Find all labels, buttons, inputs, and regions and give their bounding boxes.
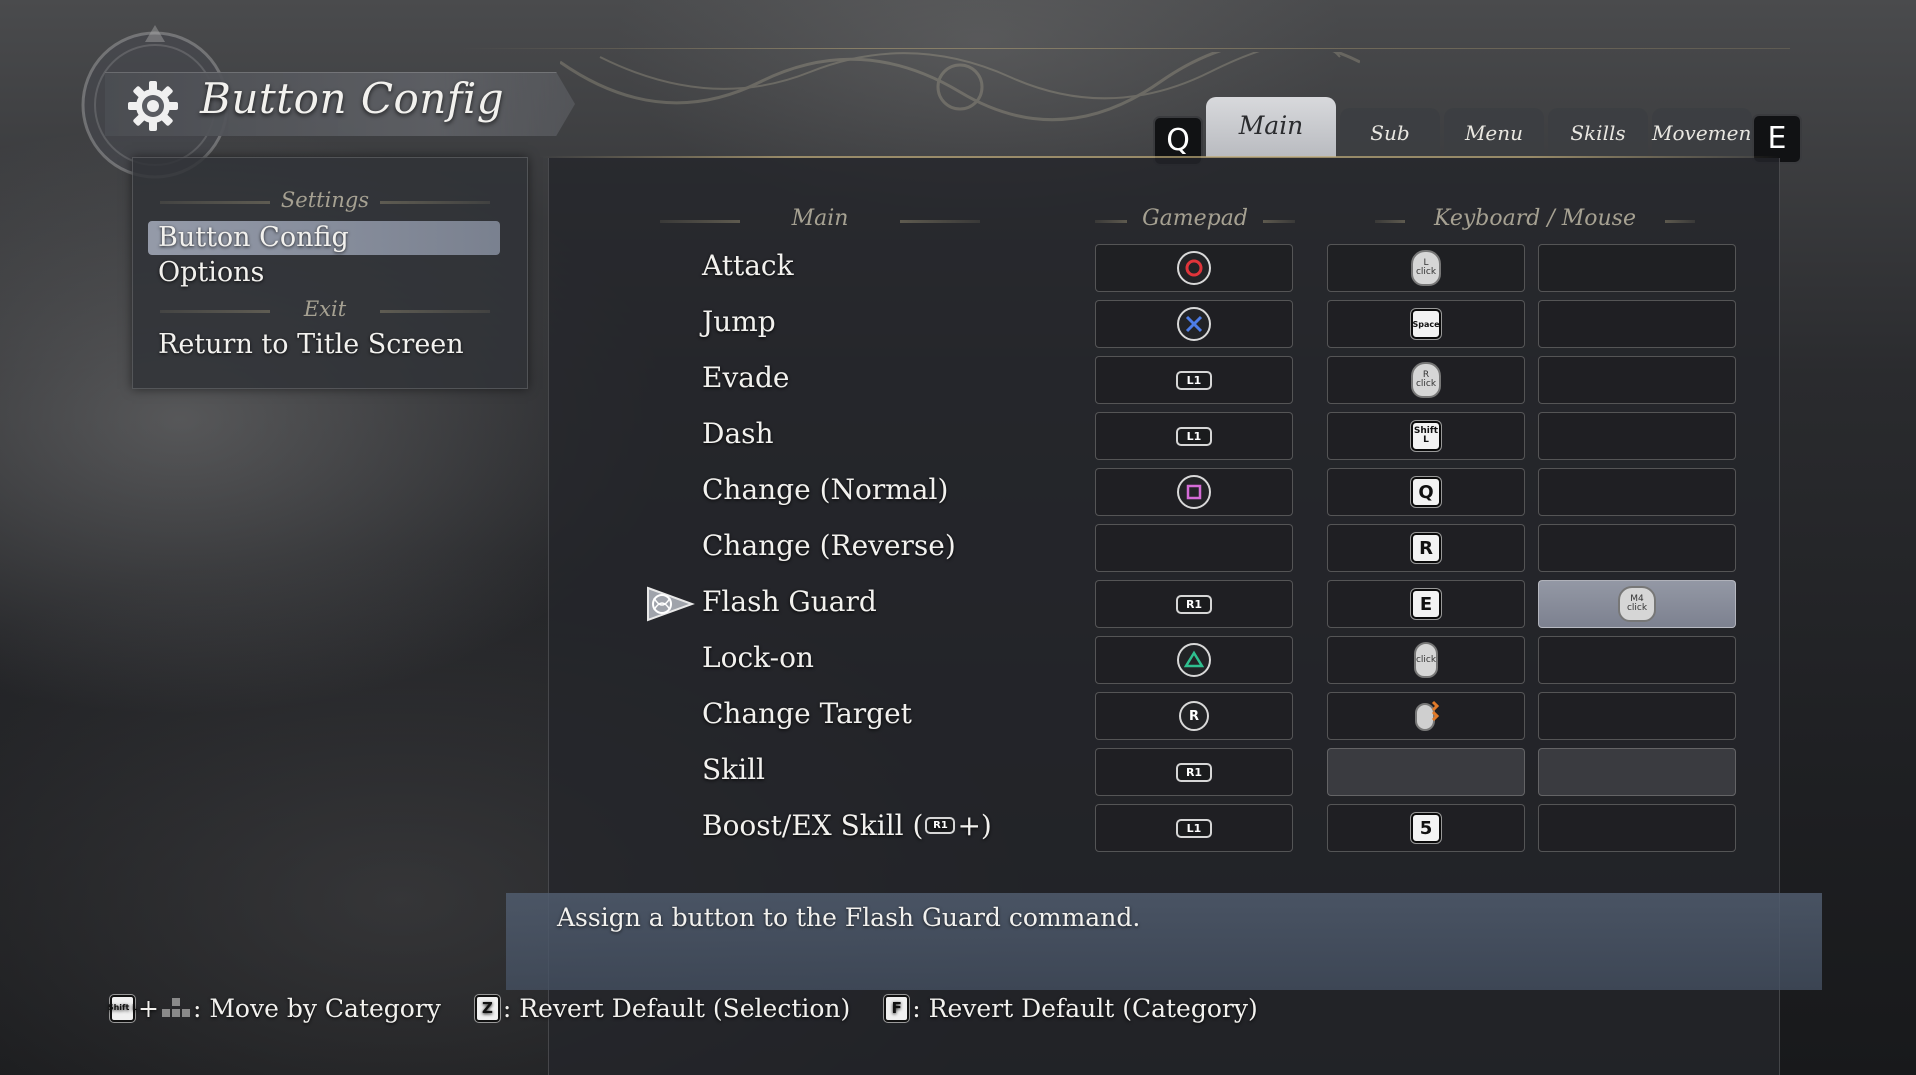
row-label-skill: Skill <box>702 753 766 786</box>
header-top-line <box>460 48 1790 49</box>
tab-underline <box>540 156 1780 158</box>
row-label-flash-guard: Flash Guard <box>702 585 877 618</box>
keyboard-cell-change-normal[interactable]: Q <box>1327 468 1525 516</box>
mouse-wheel-icon <box>1415 700 1440 731</box>
gear-icon <box>128 81 178 131</box>
tab-main[interactable]: Main <box>1206 97 1336 157</box>
keyboard-alt-cell-skill[interactable] <box>1538 748 1736 796</box>
selection-cursor-icon <box>647 586 695 622</box>
row-label-attack: Attack <box>702 249 794 282</box>
gamepad-cell-change-target[interactable]: R <box>1095 692 1293 740</box>
keyboard-cell-attack[interactable]: L click <box>1327 244 1525 292</box>
five-key-icon: 5 <box>1411 813 1441 843</box>
description-text: Assign a button to the Flash Guard comma… <box>557 903 1141 932</box>
keyboard-alt-cell-change-target[interactable] <box>1538 692 1736 740</box>
tab-menu[interactable]: Menu <box>1444 108 1544 158</box>
gamepad-cell-lock-on[interactable] <box>1095 636 1293 684</box>
shift-key-icon: Shift L <box>108 994 137 1022</box>
row-label-lock-on: Lock-on <box>702 641 814 674</box>
r1-button-icon: R1 <box>1176 762 1212 782</box>
hint-move-by-category: : Move by Category <box>192 993 441 1023</box>
space-key-icon: Space <box>1411 309 1441 339</box>
keyboard-alt-cell-dash[interactable] <box>1538 412 1736 460</box>
circle-button-icon <box>1177 251 1211 285</box>
keyboard-alt-cell-boost-ex-skill[interactable] <box>1538 804 1736 852</box>
cross-button-icon <box>1177 307 1211 341</box>
gamepad-cell-attack[interactable] <box>1095 244 1293 292</box>
row-label-change-target: Change Target <box>702 697 912 730</box>
row-label-change-reverse: Change (Reverse) <box>702 529 956 562</box>
gamepad-cell-evade[interactable]: L1 <box>1095 356 1293 404</box>
hint-revert-category: : Revert Default (Category) <box>912 993 1258 1023</box>
tab-movement[interactable]: Movement <box>1652 108 1759 158</box>
column-header-keyboard-mouse: Keyboard / Mouse <box>1375 206 1695 231</box>
gamepad-cell-skill[interactable]: R1 <box>1095 748 1293 796</box>
mouse-middle-click-icon: click <box>1414 642 1438 678</box>
mouse-right-click-icon: R click <box>1411 362 1441 398</box>
r-key-icon: R <box>1411 533 1441 563</box>
keyboard-cell-skill[interactable] <box>1327 748 1525 796</box>
keyboard-alt-cell-flash-guard[interactable]: M4 click <box>1538 580 1736 628</box>
keyboard-cell-change-reverse[interactable]: R <box>1327 524 1525 572</box>
tab-skills[interactable]: Skills <box>1548 108 1648 158</box>
z-key-icon[interactable]: Z <box>474 994 500 1022</box>
sidebar-item-options[interactable]: Options <box>148 256 500 290</box>
keyboard-cell-evade[interactable]: R click <box>1327 356 1525 404</box>
f-key-icon[interactable]: F <box>884 994 910 1022</box>
gamepad-cell-dash[interactable]: L1 <box>1095 412 1293 460</box>
gamepad-cell-change-normal[interactable] <box>1095 468 1293 516</box>
plus-sign: + <box>138 993 159 1023</box>
row-label-jump: Jump <box>702 305 776 338</box>
mouse-left-click-icon: L click <box>1411 250 1441 286</box>
l1-button-icon: L1 <box>1176 818 1212 838</box>
keyboard-cell-change-target[interactable] <box>1327 692 1525 740</box>
arrow-keys-icon <box>161 998 190 1017</box>
footer-hints: Shift L + : Move by Category Z : Revert … <box>108 993 1258 1023</box>
keyboard-cell-jump[interactable]: Space <box>1327 300 1525 348</box>
keyboard-alt-cell-lock-on[interactable] <box>1538 636 1736 684</box>
l1-button-icon: L1 <box>1176 426 1212 446</box>
gamepad-cell-flash-guard[interactable]: R1 <box>1095 580 1293 628</box>
l1-button-icon: L1 <box>1176 370 1212 390</box>
keyboard-alt-cell-jump[interactable] <box>1538 300 1736 348</box>
column-header-gamepad: Gamepad <box>1095 206 1295 231</box>
sidebar-section-settings: Settings <box>160 188 490 212</box>
keyboard-alt-cell-change-normal[interactable] <box>1538 468 1736 516</box>
row-label-evade: Evade <box>702 361 790 394</box>
sidebar-item-button-config[interactable]: Button Config <box>148 221 500 255</box>
gamepad-cell-change-reverse[interactable] <box>1095 524 1293 572</box>
sidebar-item-return-to-title[interactable]: Return to Title Screen <box>148 328 500 362</box>
e-key-icon: E <box>1411 589 1441 619</box>
q-key-icon: Q <box>1411 477 1441 507</box>
triangle-button-icon <box>1177 643 1211 677</box>
shift-key-icon: Shift L <box>1411 421 1441 451</box>
gamepad-cell-jump[interactable] <box>1095 300 1293 348</box>
row-label-dash: Dash <box>702 417 774 450</box>
keyboard-alt-cell-evade[interactable] <box>1538 356 1736 404</box>
square-button-icon <box>1177 475 1211 509</box>
hint-revert-selection: : Revert Default (Selection) <box>502 993 851 1023</box>
right-stick-icon: R <box>1179 701 1209 731</box>
keyboard-cell-boost-ex-skill[interactable]: 5 <box>1327 804 1525 852</box>
keyboard-alt-cell-change-reverse[interactable] <box>1538 524 1736 572</box>
tab-sub[interactable]: Sub <box>1340 108 1440 158</box>
row-label-boost-suffix: +) <box>957 809 992 842</box>
r1-button-icon: R1 <box>925 817 956 834</box>
keyboard-cell-flash-guard[interactable]: E <box>1327 580 1525 628</box>
row-label-change-normal: Change (Normal) <box>702 473 949 506</box>
keyboard-cell-dash[interactable]: Shift L <box>1327 412 1525 460</box>
gamepad-cell-boost-ex-skill[interactable]: L1 <box>1095 804 1293 852</box>
row-label-boost-ex-skill: Boost/EX Skill ( R1 +) <box>702 809 992 842</box>
column-header-action: Main <box>660 206 980 231</box>
r1-button-icon: R1 <box>1176 594 1212 614</box>
page-title: Button Config <box>200 74 505 123</box>
row-label-boost-text: Boost/EX Skill ( <box>702 809 924 842</box>
keyboard-alt-cell-attack[interactable] <box>1538 244 1736 292</box>
keyboard-cell-lock-on[interactable]: click <box>1327 636 1525 684</box>
mouse-m4-click-icon: M4 click <box>1618 586 1656 622</box>
sidebar-section-exit: Exit <box>160 297 490 321</box>
